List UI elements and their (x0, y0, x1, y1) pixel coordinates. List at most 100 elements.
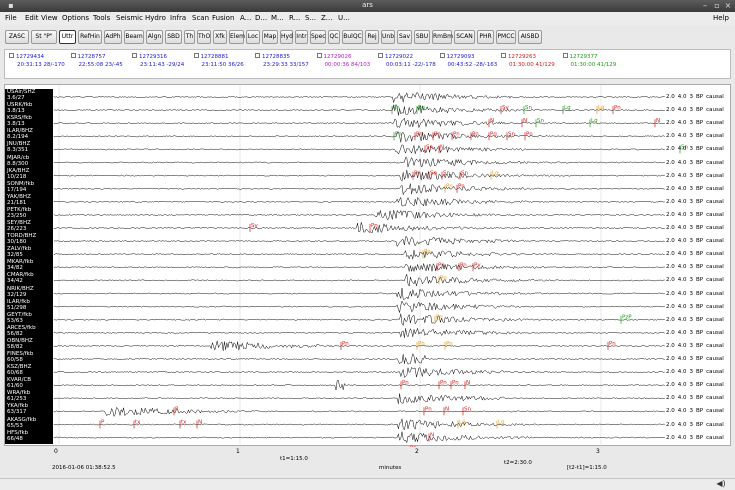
tool-button-sbd[interactable]: SBD (165, 30, 182, 44)
tool-button-qc[interactable]: QC (328, 30, 340, 44)
menu-item-11[interactable]: D... (255, 14, 267, 22)
tool-button-algn[interactable]: Algn (146, 30, 163, 44)
event-checkbox[interactable] (255, 53, 260, 58)
channel-label[interactable]: ZALV/fkb 32/85 (5, 246, 53, 261)
channel-label[interactable]: KVAR/CB 61/60 (5, 377, 53, 392)
tool-button-tho[interactable]: ThO (197, 30, 211, 44)
minimize-icon[interactable]: – (700, 1, 710, 11)
channel-label[interactable]: ARCES/fkb 56/82 (5, 324, 53, 339)
tool-button-beam[interactable]: Beam (124, 30, 144, 44)
event-checkbox[interactable] (562, 53, 568, 58)
channel-label[interactable]: KSRS/fkb 3.8/13 (5, 115, 53, 130)
waveform-canvas[interactable]: Pn Pg Sv Sn Lg Lg Pn N N Sn Lg N Pn Pn Pn Pn Pn Pg Sn Pn Sn N… (5, 85, 732, 447)
menu-item-7[interactable]: Infra (170, 14, 186, 22)
tool-button-th[interactable]: Th (184, 30, 195, 44)
window-titlebar[interactable]: ars ▪ – ▫ × (0, 0, 735, 12)
menu-item-16[interactable]: U... (338, 14, 350, 22)
channel-label[interactable]: CMAR/fkb 34/42 (5, 272, 53, 287)
event-checkbox[interactable] (193, 53, 199, 58)
menu-item-9[interactable]: Fusion (212, 14, 234, 22)
event-entry[interactable]: 12729022 00:03:11 -22/-178 (378, 53, 440, 69)
channel-label[interactable]: OBN/BHZ 58/82 (5, 337, 53, 352)
event-checkbox[interactable] (316, 53, 322, 58)
channel-label[interactable]: KSZ/BHZ 60/68 (5, 364, 53, 379)
tool-button-map[interactable]: Map (262, 30, 278, 44)
channel-label[interactable]: TORD/BHZ 30/180 (5, 233, 53, 248)
event-checkbox[interactable] (132, 53, 137, 58)
tool-button-uttr[interactable]: Uttr (59, 30, 76, 44)
channel-label[interactable]: ILAR/fkb 51/298 (5, 298, 53, 313)
event-entry[interactable]: 12729093 00:43:52 -28/-163 (439, 53, 502, 69)
channel-label[interactable]: JKA/BHZ 10/218 (5, 167, 53, 182)
channel-label[interactable]: AKASG/fkb 65/53 (5, 416, 53, 431)
tool-button-xfk[interactable]: Xfk (213, 30, 227, 44)
event-checkbox[interactable] (378, 53, 383, 58)
maximize-icon[interactable]: ▫ (712, 1, 722, 11)
menu-item-help[interactable]: Help (713, 14, 729, 22)
channel-label[interactable]: YAK/BHZ 21/181 (5, 193, 53, 208)
channel-label[interactable]: GEYT/fkb 53/63 (5, 311, 53, 326)
channel-label[interactable]: WRA/fkb 61/253 (5, 390, 53, 405)
menu-item-4[interactable]: Tools (93, 14, 110, 22)
channel-label[interactable]: SONM/fkb 17/194 (5, 180, 53, 195)
event-entry[interactable]: 12728881 23:11:50 36/26 (193, 53, 256, 69)
tool-button-spec[interactable]: Spec (310, 30, 326, 44)
event-entry[interactable]: 12728757 22:55:08 23/-45 (70, 53, 133, 69)
tool-button-loc[interactable]: Loc (246, 30, 260, 44)
event-entry[interactable]: 12729377 01:30:00 41/129 (562, 53, 625, 69)
channel-label[interactable]: YKA/fkb 63/317 (5, 403, 53, 418)
event-entry[interactable]: 12729434 20:31:13 28/-170 (9, 53, 71, 69)
menu-item-6[interactable]: Hydro (145, 14, 166, 22)
channel-label[interactable]: MJAR/cb 8.8/300 (5, 154, 53, 169)
tool-button-rmbm[interactable]: RmBm (432, 30, 453, 44)
tool-button-sbu[interactable]: SBU (414, 30, 430, 44)
tool-button-refhin[interactable]: RefHin (78, 30, 102, 44)
menu-item-8[interactable]: Scan (192, 14, 209, 22)
tool-button-sav[interactable]: Sav (397, 30, 412, 44)
channel-label[interactable]: USAir/SHZ 3.6/27 (5, 89, 53, 103)
channel-label[interactable]: HFS/fkb 66/48 (5, 429, 53, 444)
menu-item-3[interactable]: Options (62, 14, 89, 22)
event-checkbox[interactable] (70, 53, 76, 58)
event-checkbox[interactable] (9, 53, 14, 58)
tool-button-adph[interactable]: AdPh (104, 30, 122, 44)
tool-button-intr[interactable]: Intr (295, 30, 308, 44)
tool-button-unb[interactable]: Unb (381, 30, 395, 44)
window-menu-icon[interactable]: ▪ (6, 1, 16, 11)
tool-button-aisbd[interactable]: AISBD (518, 30, 542, 44)
channel-label[interactable]: NRIK/BHZ 32/129 (5, 285, 53, 300)
channel-label[interactable]: PETK/fkb 23/250 (5, 206, 53, 221)
menu-item-14[interactable]: S... (305, 14, 316, 22)
event-entry[interactable]: 12729026 00:00:36 84/103 (316, 53, 379, 69)
menu-item-2[interactable]: View (41, 14, 58, 22)
channel-label[interactable]: MKAR/fkb 34/82 (5, 259, 53, 274)
tool-button-scan[interactable]: SCAN (454, 30, 475, 44)
event-checkbox[interactable] (439, 53, 445, 58)
speaker-icon[interactable]: ◀) (716, 479, 726, 489)
event-entry[interactable]: 12728835 23:29:33 33/157 (255, 53, 317, 69)
tool-button-zasc[interactable]: ZASC (5, 30, 29, 44)
tool-button-bulqc[interactable]: BulQC (342, 30, 363, 44)
event-checkbox[interactable] (501, 53, 506, 58)
menu-item-15[interactable]: Z... (321, 14, 332, 22)
menu-item-10[interactable]: A... (240, 14, 251, 22)
menu-item-1[interactable]: Edit (25, 14, 39, 22)
tool-button-phr[interactable]: PHR (477, 30, 494, 44)
tool-button-elem[interactable]: Elem (229, 30, 245, 44)
channel-label[interactable]: JNU/BHZ 8.3/351 (5, 141, 53, 156)
menu-item-0[interactable]: File (5, 14, 17, 22)
channel-label[interactable]: ILAR/BHZ 8.2/194 (5, 128, 53, 143)
channel-label[interactable]: FINES/fkb 60/58 (5, 351, 53, 365)
menu-item-12[interactable]: M... (271, 14, 284, 22)
channel-label[interactable]: SEY/BHZ 26/223 (5, 220, 53, 234)
menu-item-5[interactable]: Seismic (116, 14, 143, 22)
menu-item-13[interactable]: R... (289, 14, 300, 22)
event-entry[interactable]: 12729316 23:11:43 -29/24 (132, 53, 194, 69)
waveform-plot[interactable]: Pn Pg Sv Sn Lg Lg Pn N N Sn Lg N Pn Pn Pn Pn Pn Pg Sn Pn Sn N… (4, 84, 732, 447)
tool-button-rej[interactable]: Rej (365, 30, 379, 44)
tool-button-hyd[interactable]: Hyd (280, 30, 293, 44)
event-entry[interactable]: 12729263 01:30:00 41/129 (501, 53, 563, 69)
tool-button-pmcc[interactable]: PMCC (496, 30, 516, 44)
close-icon[interactable]: × (723, 1, 733, 11)
tool-button-stp[interactable]: St "P" (31, 30, 57, 44)
